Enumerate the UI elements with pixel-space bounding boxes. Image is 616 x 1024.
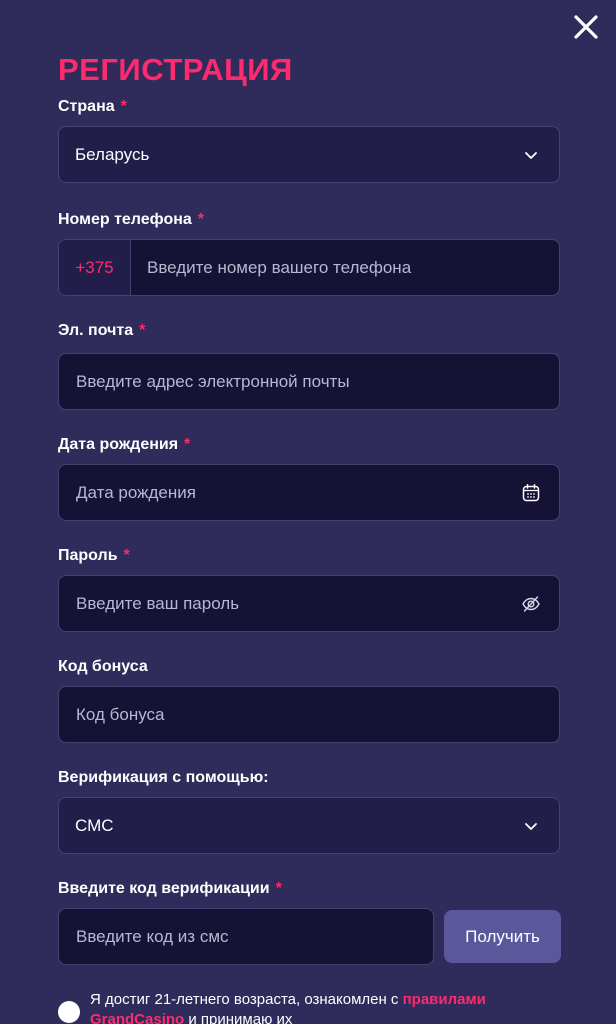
- country-label: Страна *: [58, 98, 127, 115]
- country-select[interactable]: Беларусь: [58, 126, 560, 183]
- required-mark: *: [197, 211, 205, 228]
- chevron-down-icon: [521, 145, 541, 165]
- required-mark: *: [184, 436, 191, 453]
- required-mark: *: [123, 547, 130, 564]
- get-code-button[interactable]: Получить: [444, 910, 561, 963]
- verification-code-placeholder: Введите код из смс: [76, 926, 229, 946]
- required-mark: *: [139, 322, 146, 339]
- bonus-placeholder: Код бонуса: [76, 704, 165, 724]
- password-label: Пароль *: [58, 547, 130, 564]
- eye-off-icon[interactable]: [521, 594, 541, 614]
- close-button[interactable]: [570, 11, 602, 43]
- verification-code-label: Введите код верификации *: [58, 880, 282, 897]
- chevron-down-icon: [521, 816, 541, 836]
- bonus-field[interactable]: Код бонуса: [58, 686, 560, 743]
- password-field[interactable]: Введите ваш пароль: [58, 575, 560, 632]
- bonus-label: Код бонуса: [58, 658, 148, 675]
- phone-label: Номер телефона *: [58, 211, 205, 228]
- phone-field[interactable]: +375 Введите номер вашего телефона: [58, 239, 560, 296]
- email-placeholder: Введите адрес электронной почты: [76, 371, 350, 391]
- calendar-icon[interactable]: [521, 483, 541, 503]
- registration-modal: РЕГИСТРАЦИЯ Страна * Беларусь Номер телеф…: [0, 0, 616, 1024]
- verification-method-select[interactable]: СМС: [58, 797, 560, 854]
- agreement-text: Я достиг 21-летнего возраста, ознакомлен…: [90, 990, 540, 1024]
- birthdate-placeholder: Дата рождения: [76, 482, 196, 502]
- email-label: Эл. почта *: [58, 322, 146, 339]
- phone-prefix[interactable]: +375: [59, 240, 131, 295]
- agreement-checkbox[interactable]: [58, 1001, 80, 1023]
- verification-method-value: СМС: [75, 815, 114, 835]
- required-mark: *: [120, 98, 127, 115]
- page-title: РЕГИСТРАЦИЯ: [58, 52, 293, 87]
- verification-code-field[interactable]: Введите код из смс: [58, 908, 434, 965]
- close-icon: [574, 15, 598, 39]
- email-field[interactable]: Введите адрес электронной почты: [58, 353, 560, 410]
- password-placeholder: Введите ваш пароль: [76, 593, 240, 613]
- required-mark: *: [275, 880, 282, 897]
- phone-placeholder: Введите номер вашего телефона: [147, 257, 412, 277]
- country-value: Беларусь: [75, 144, 150, 164]
- birthdate-field[interactable]: Дата рождения: [58, 464, 560, 521]
- verification-method-label: Верификация с помощью:: [58, 769, 269, 786]
- birthdate-label: Дата рождения *: [58, 436, 191, 453]
